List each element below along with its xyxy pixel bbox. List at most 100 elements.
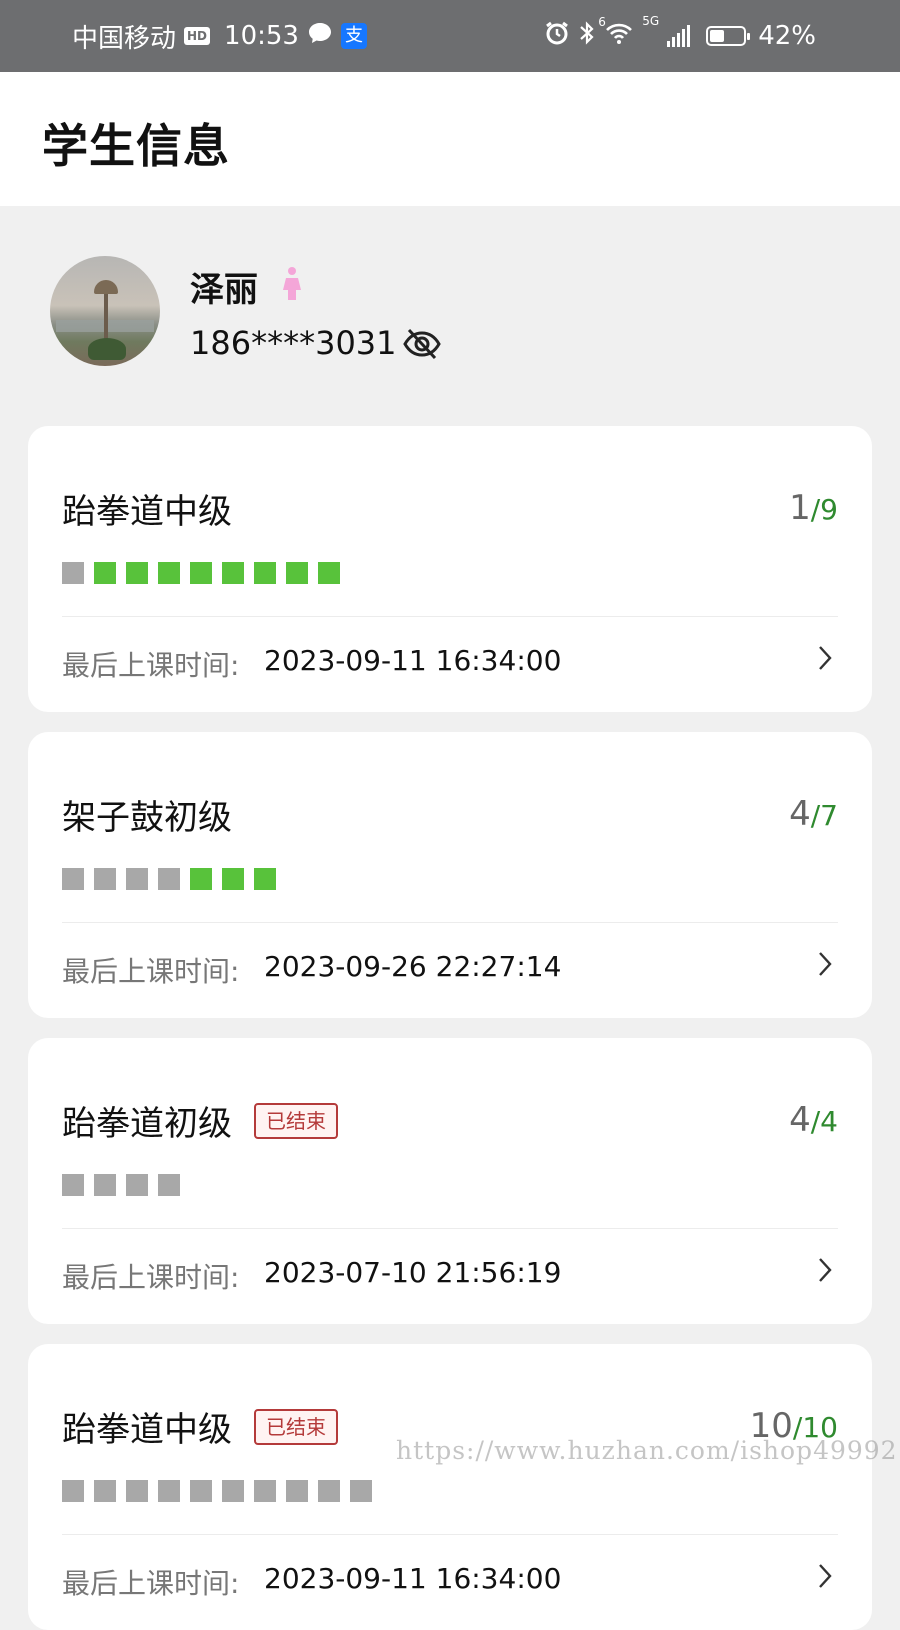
- alarm-icon: [544, 20, 570, 53]
- lesson-square: [254, 868, 276, 890]
- network-gen-label: 5G: [642, 13, 660, 28]
- lesson-square: [190, 1480, 212, 1502]
- page-title: 学生信息: [42, 119, 230, 173]
- lesson-square: [222, 1480, 244, 1502]
- lessons-done: 4: [789, 794, 811, 834]
- lesson-square: [158, 562, 180, 584]
- lesson-square: [94, 562, 116, 584]
- last-class-time: 2023-09-11 16:34:00: [264, 1562, 562, 1595]
- lesson-square: [190, 562, 212, 584]
- lesson-square: [222, 562, 244, 584]
- carrier-label: 中国移动: [72, 23, 177, 54]
- wifi-version-label: 6: [598, 14, 606, 29]
- lesson-square: [286, 562, 308, 584]
- last-class-time: 2023-09-11 16:34:00: [264, 644, 562, 677]
- course-title-row: 架子鼓初级: [62, 790, 232, 839]
- last-class-label: 最后上课时间:: [62, 955, 240, 988]
- lesson-square: [94, 1480, 116, 1502]
- lesson-square: [222, 868, 244, 890]
- status-bar-left: 中国移动 HD 10:53 支: [72, 18, 367, 55]
- lesson-square: [62, 868, 84, 890]
- lesson-square: [126, 562, 148, 584]
- chevron-right-icon[interactable]: [816, 950, 834, 978]
- lesson-square: [190, 868, 212, 890]
- page-header: 学生信息: [0, 72, 900, 206]
- course-title-row: 跆拳道中级 已结束: [62, 1402, 338, 1451]
- lessons-total: 9: [820, 493, 838, 526]
- lesson-square: [318, 1480, 340, 1502]
- lesson-square: [158, 1480, 180, 1502]
- lesson-square: [126, 1174, 148, 1196]
- count-separator: /: [810, 1105, 821, 1138]
- lesson-square: [62, 1480, 84, 1502]
- last-class-label: 最后上课时间:: [62, 1261, 240, 1294]
- lesson-square: [254, 562, 276, 584]
- lesson-progress: [62, 868, 276, 890]
- lesson-square: [158, 868, 180, 890]
- lesson-square: [286, 1480, 308, 1502]
- last-class-time: 2023-09-26 22:27:14: [264, 950, 562, 983]
- divider: [62, 1228, 838, 1229]
- course-card[interactable]: 跆拳道中级 1/9 最后上课时间: 2023-09-11 16:34:00: [28, 426, 872, 712]
- phone-number: 186****3031: [190, 324, 397, 362]
- battery-percent: 42%: [758, 21, 816, 51]
- course-title: 架子鼓初级: [62, 798, 232, 838]
- clock: 10:53: [224, 21, 299, 51]
- divider: [62, 1534, 838, 1535]
- lessons-total: 7: [820, 799, 838, 832]
- lesson-square: [158, 1174, 180, 1196]
- divider: [62, 922, 838, 923]
- bluetooth-icon: [578, 20, 596, 53]
- eye-off-icon[interactable]: [402, 326, 442, 362]
- lesson-count: 4/7: [789, 794, 838, 834]
- female-icon: [280, 266, 304, 300]
- hd-icon: HD: [184, 27, 211, 45]
- count-separator: /: [810, 799, 821, 832]
- course-title: 跆拳道中级: [62, 1410, 232, 1450]
- lesson-square: [318, 562, 340, 584]
- lesson-square: [254, 1480, 276, 1502]
- lesson-progress: [62, 1480, 372, 1502]
- lesson-count: 4/4: [789, 1100, 838, 1140]
- lesson-progress: [62, 1174, 180, 1196]
- course-title: 跆拳道中级: [62, 492, 232, 532]
- status-bar-right: 6 5G 42%: [544, 14, 816, 53]
- message-icon: [307, 21, 333, 52]
- lesson-square: [62, 1174, 84, 1196]
- wifi-icon: 6: [598, 15, 634, 52]
- last-class-label: 最后上课时间:: [62, 1567, 240, 1600]
- lesson-count: 1/9: [789, 488, 838, 528]
- last-class-time: 2023-07-10 21:56:19: [264, 1256, 562, 1289]
- course-card[interactable]: 架子鼓初级 4/7 最后上课时间: 2023-09-26 22:27:14: [28, 732, 872, 1018]
- status-bar: 中国移动 HD 10:53 支 6 5G 42%: [0, 0, 900, 72]
- lesson-square: [62, 562, 84, 584]
- student-name: 泽丽: [190, 270, 258, 310]
- lesson-square: [126, 1480, 148, 1502]
- last-class-label: 最后上课时间:: [62, 649, 240, 682]
- lesson-progress: [62, 562, 340, 584]
- ended-badge: 已结束: [254, 1102, 338, 1139]
- chevron-right-icon[interactable]: [816, 1562, 834, 1590]
- course-card[interactable]: 跆拳道中级 已结束 10/10 最后上课时间: 2023-09-11 16:34:…: [28, 1344, 872, 1630]
- chevron-right-icon[interactable]: [816, 1256, 834, 1284]
- count-separator: /: [810, 493, 821, 526]
- ended-badge: 已结束: [254, 1408, 338, 1445]
- lesson-square: [350, 1480, 372, 1502]
- battery-fill: [710, 30, 724, 42]
- course-title-row: 跆拳道初级 已结束: [62, 1096, 338, 1145]
- lesson-square: [94, 1174, 116, 1196]
- lessons-total: 4: [820, 1105, 838, 1138]
- chevron-right-icon[interactable]: [816, 644, 834, 672]
- battery-icon: [706, 26, 751, 46]
- watermark: https://www.huzhan.com/ishop49992: [396, 1436, 898, 1465]
- signal-icon: [667, 25, 691, 47]
- course-title-row: 跆拳道中级: [62, 484, 232, 533]
- lesson-square: [126, 868, 148, 890]
- course-card[interactable]: 跆拳道初级 已结束 4/4 最后上课时间: 2023-07-10 21:56:19: [28, 1038, 872, 1324]
- avatar[interactable]: [50, 256, 160, 366]
- divider: [62, 616, 838, 617]
- lesson-square: [94, 868, 116, 890]
- alipay-icon: 支: [340, 23, 367, 49]
- lessons-done: 1: [789, 488, 811, 528]
- lessons-done: 4: [789, 1100, 811, 1140]
